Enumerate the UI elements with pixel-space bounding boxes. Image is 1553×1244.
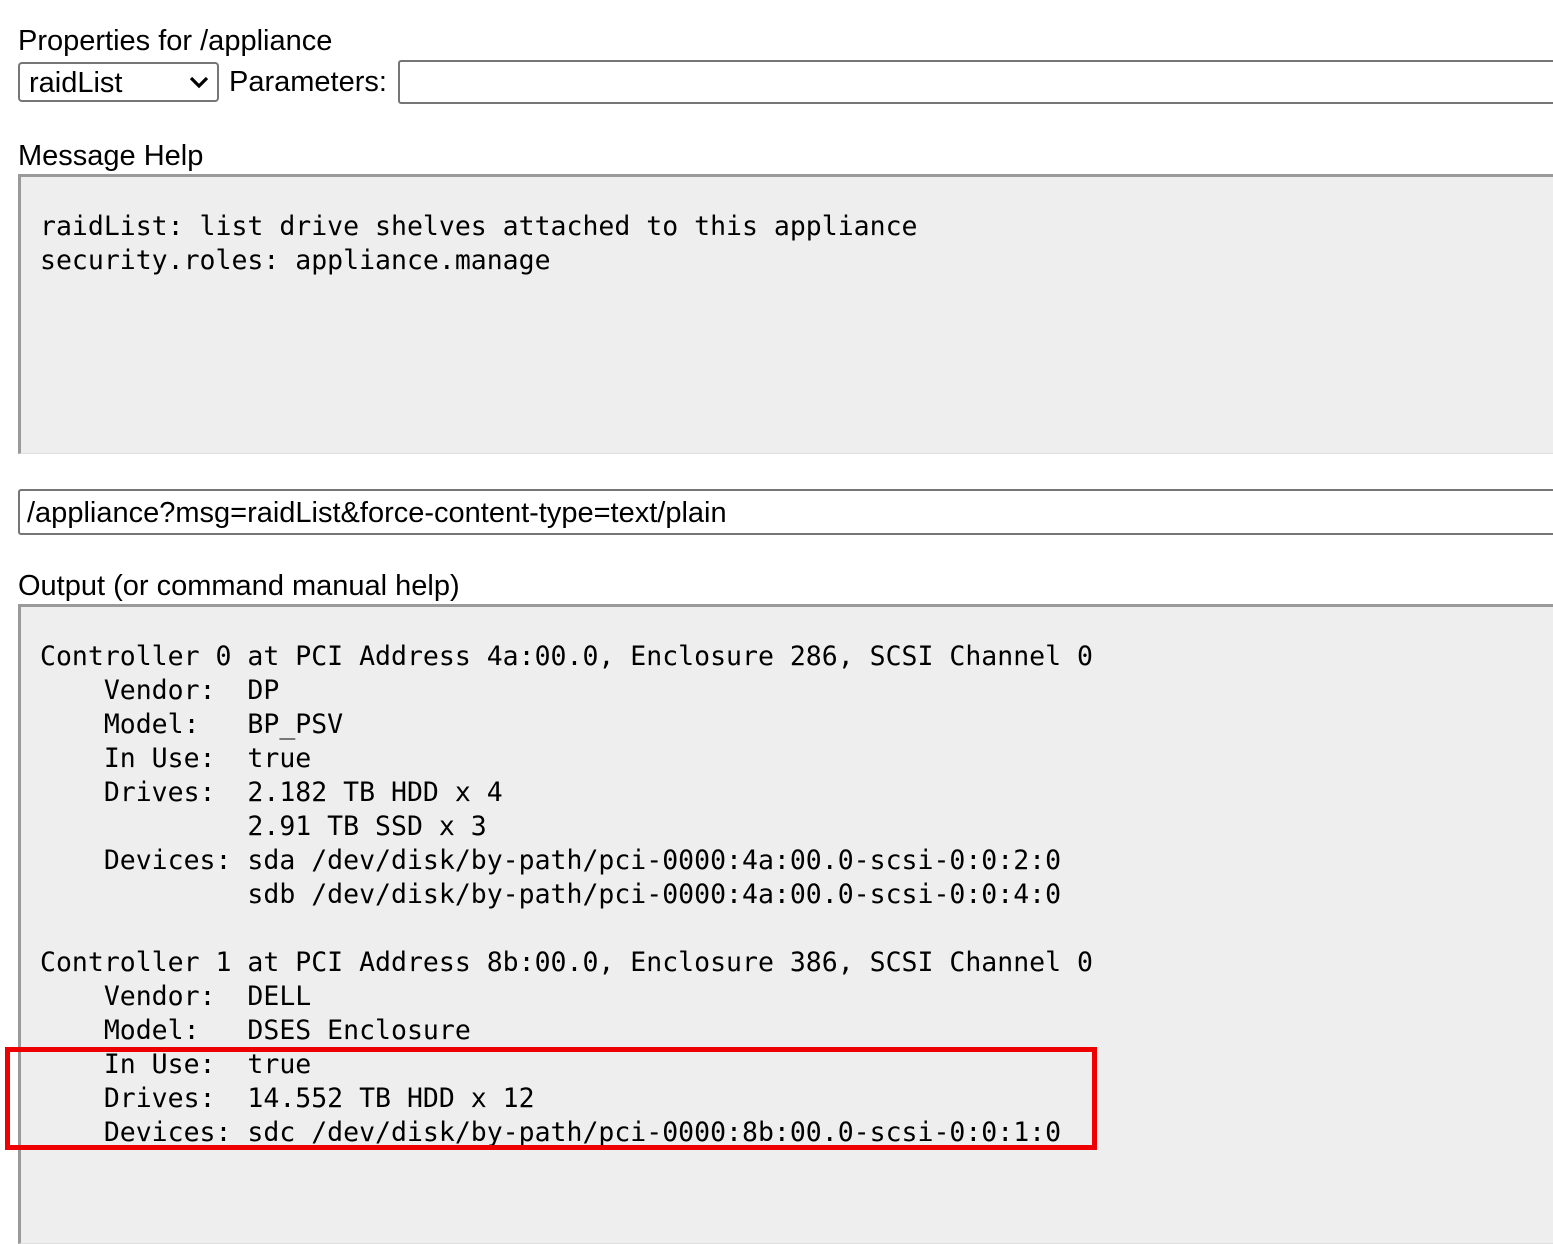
parameters-label: Parameters: <box>229 66 387 98</box>
request-url-field[interactable]: /appliance?msg=raidList&force-content-ty… <box>18 489 1553 535</box>
message-help-title: Message Help <box>18 140 204 172</box>
chevron-down-icon <box>189 76 209 89</box>
properties-title: Properties for /appliance <box>18 25 333 57</box>
output-title: Output (or command manual help) <box>18 570 460 602</box>
highlight-annotation-box <box>5 1047 1097 1150</box>
parameters-input[interactable] <box>398 60 1553 104</box>
message-help-text: raidList: list drive shelves attached to… <box>40 211 918 276</box>
command-select-value: raidList <box>29 67 123 99</box>
request-url-value: /appliance?msg=raidList&force-content-ty… <box>27 497 727 529</box>
command-select[interactable]: raidList <box>18 62 219 102</box>
message-help-textarea[interactable]: raidList: list drive shelves attached to… <box>18 174 1553 454</box>
